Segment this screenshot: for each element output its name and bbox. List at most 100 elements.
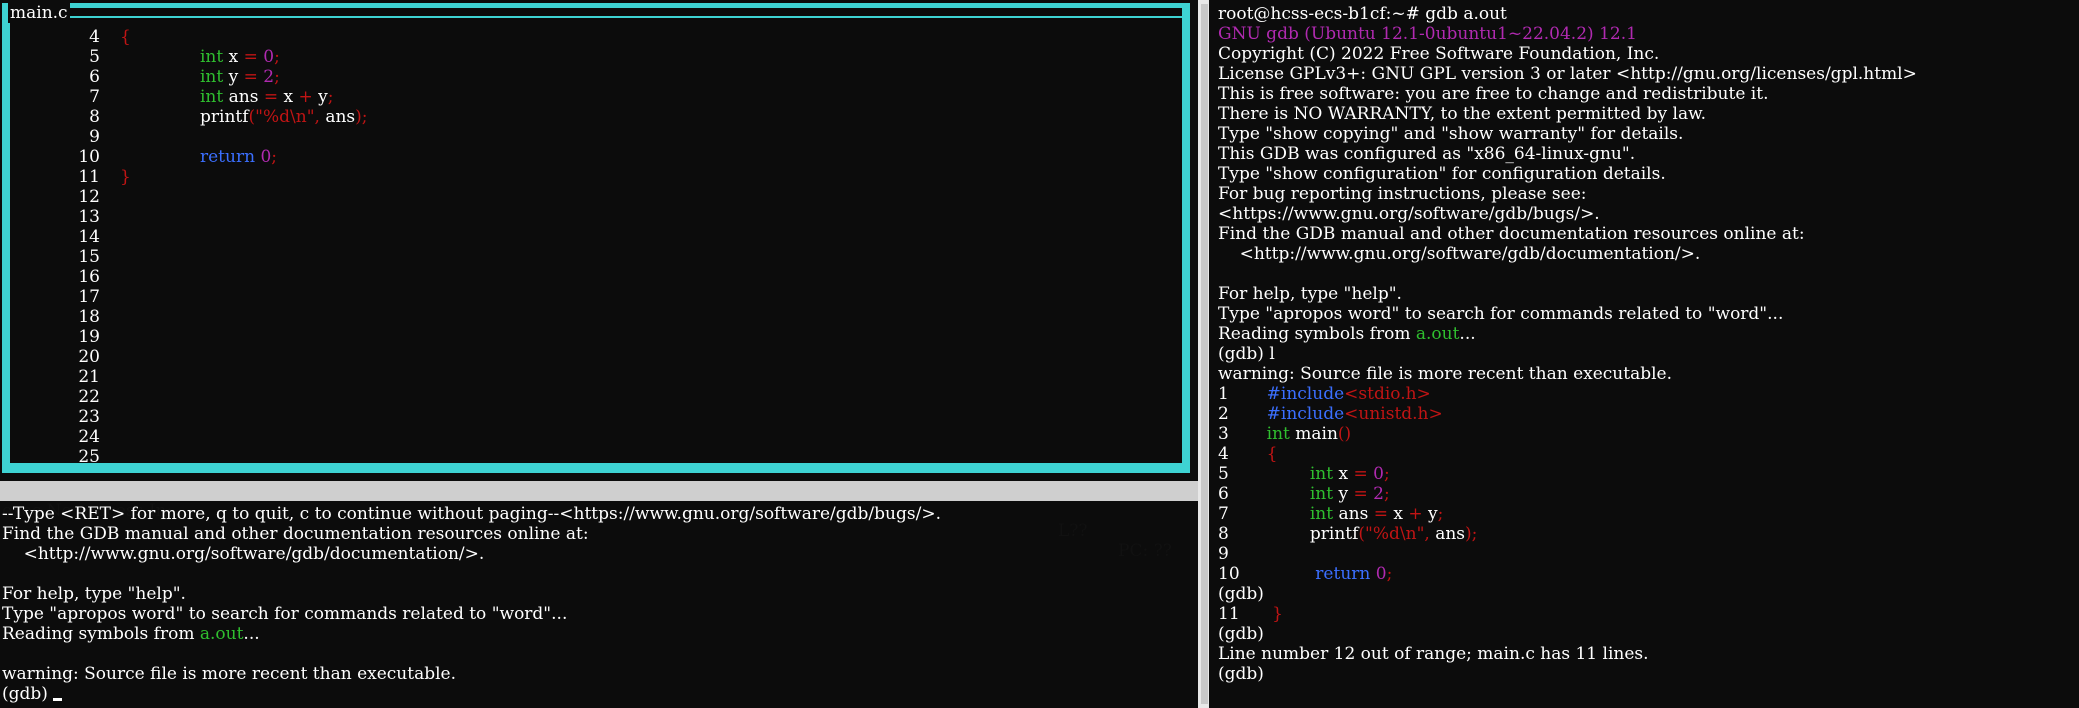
terminal-line: warning: Source file is more recent than…	[1218, 364, 1917, 384]
code-token: x	[223, 47, 244, 67]
code-token: y	[223, 67, 244, 87]
code-token: #include	[1266, 404, 1345, 424]
code-token: =	[243, 47, 258, 67]
terminal-line: For help, type "help".	[1218, 284, 1917, 304]
code-token: y	[312, 87, 328, 107]
code-token: (gdb)	[1218, 624, 1264, 644]
terminal-line: Type "apropos word" to search for comman…	[2, 604, 941, 624]
terminal-line: This GDB was configured as "x86_64-linux…	[1218, 144, 1917, 164]
line-number: 8	[89, 107, 100, 127]
code-token: ;	[1386, 564, 1393, 584]
terminal-line: 2 #include<unistd.h>	[1218, 404, 1917, 424]
code-token: Reading symbols from	[2, 624, 200, 644]
code-token: 3	[1218, 424, 1267, 444]
code-token: License GPLv3+: GNU GPL version 3 or lat…	[1218, 64, 1917, 84]
code-token: ;	[274, 67, 280, 87]
code-token: Find the GDB manual and other documentat…	[2, 524, 589, 544]
line-number: 9	[89, 127, 100, 147]
scrollbar-thumb[interactable]	[1201, 4, 1208, 704]
line-number: 11	[78, 167, 100, 187]
terminal-line: (gdb)	[1218, 624, 1917, 644]
terminal-line: (gdb) l	[1218, 344, 1917, 364]
code-token: Copyright (C) 2022 Free Software Foundat…	[1218, 44, 1660, 64]
status-line-number: L??	[1058, 521, 1088, 541]
code-token: );	[1465, 524, 1478, 544]
terminal-line: 5 int x = 0;	[1218, 464, 1917, 484]
code-token: {	[120, 27, 131, 47]
terminal-line: <https://www.gnu.org/software/gdb/bugs/>…	[1218, 204, 1917, 224]
code-token: 2	[1373, 484, 1384, 504]
code-token: 7	[1218, 504, 1310, 524]
code-token: =	[243, 67, 258, 87]
line-number: 14	[78, 227, 100, 247]
code-token: int	[1309, 504, 1334, 524]
terminal-line: 8 printf("%d\n", ans);	[1218, 524, 1917, 544]
line-number: 6	[89, 67, 100, 87]
code-token: );	[355, 107, 368, 127]
line-number: 18	[78, 307, 100, 327]
code-token: ;	[327, 87, 334, 107]
code-token: 6	[1218, 484, 1310, 504]
terminal-line: root@hcss-ecs-b1cf:~# gdb a.out	[1218, 4, 1917, 24]
terminal-line: License GPLv3+: GNU GPL version 3 or lat…	[1218, 64, 1917, 84]
code-token: return	[200, 147, 256, 167]
code-token: +	[298, 87, 313, 107]
code-token: =	[1373, 504, 1388, 524]
code-token: y	[1422, 504, 1438, 524]
code-token: ;	[1383, 464, 1390, 484]
status-pc: PC: ??	[1118, 541, 1172, 561]
code-token: +	[1408, 504, 1423, 524]
terminal-line: warning: Source file is more recent than…	[2, 664, 941, 684]
terminal-line: 9	[1218, 544, 1917, 564]
code-token: Type "apropos word" to search for comman…	[1218, 304, 1784, 324]
code-token: x	[1333, 464, 1354, 484]
code-token: --Type <RET> for more, q to quit, c to c…	[2, 504, 941, 524]
terminal-line: Copyright (C) 2022 Free Software Foundat…	[1218, 44, 1917, 64]
source-window-title: main.c	[8, 3, 70, 23]
code-token: For bug reporting instructions, please s…	[1218, 184, 1587, 204]
code-token: "%d\n"	[255, 107, 315, 127]
terminal-line: 3 int main()	[1218, 424, 1917, 444]
line-code: {	[120, 27, 131, 47]
code-token: <http://www.gnu.org/software/gdb/documen…	[1218, 244, 1701, 264]
code-token: #include	[1266, 384, 1345, 404]
code-token: =	[263, 87, 279, 107]
gdb-terminal[interactable]: root@hcss-ecs-b1cf:~# gdb a.out GNU gdb (…	[1209, 0, 2079, 708]
terminal-output: root@hcss-ecs-b1cf:~# gdb a.out GNU gdb (…	[1218, 4, 1917, 684]
terminal-line: For bug reporting instructions, please s…	[1218, 184, 1917, 204]
code-token: int	[200, 67, 224, 87]
code-token: a.out	[1415, 324, 1460, 344]
gdb-prompt-line[interactable]: (gdb)	[2, 684, 941, 704]
code-token: x	[278, 87, 299, 107]
line-code: int ans = x + y;	[200, 87, 334, 107]
code-token: 10	[1218, 564, 1316, 584]
code-token: (gdb) l	[1218, 344, 1275, 364]
code-token: 9	[1218, 544, 1229, 564]
line-number: 19	[78, 327, 100, 347]
code-token: =	[1353, 464, 1368, 484]
line-code: int x = 0;	[200, 47, 280, 67]
terminal-line: Type "show copying" and "show warranty" …	[1218, 124, 1917, 144]
code-token: 0	[260, 147, 272, 167]
code-token: This GDB was configured as "x86_64-linux…	[1218, 144, 1636, 164]
code-token: ans	[1429, 524, 1466, 544]
code-token: y	[1333, 484, 1354, 504]
code-token: For help, type "help".	[1218, 284, 1402, 304]
code-token: 11	[1218, 604, 1273, 624]
code-token: ans	[1333, 504, 1374, 524]
code-token: printf	[200, 107, 249, 127]
code-token: 5	[1218, 464, 1310, 484]
terminal-line: Find the GDB manual and other documentat…	[2, 524, 941, 544]
code-token: int	[1309, 484, 1334, 504]
gdb-prompt: (gdb)	[2, 684, 54, 704]
terminal-line: 4 {	[1218, 444, 1917, 464]
code-token: 4	[1218, 444, 1267, 464]
code-token: For help, type "help".	[2, 584, 186, 604]
gdb-tui-terminal[interactable]: 4 {5 int x = 0; 6 int y = 2; 7 int ans = x + y…	[0, 0, 1198, 708]
code-token: ;	[1437, 504, 1444, 524]
code-token: x	[1387, 504, 1409, 524]
terminal-line: Type "show configuration" for configurat…	[1218, 164, 1917, 184]
text-cursor	[53, 698, 63, 701]
code-token: "%d\n"	[1365, 524, 1425, 544]
code-token: 8	[1218, 524, 1310, 544]
